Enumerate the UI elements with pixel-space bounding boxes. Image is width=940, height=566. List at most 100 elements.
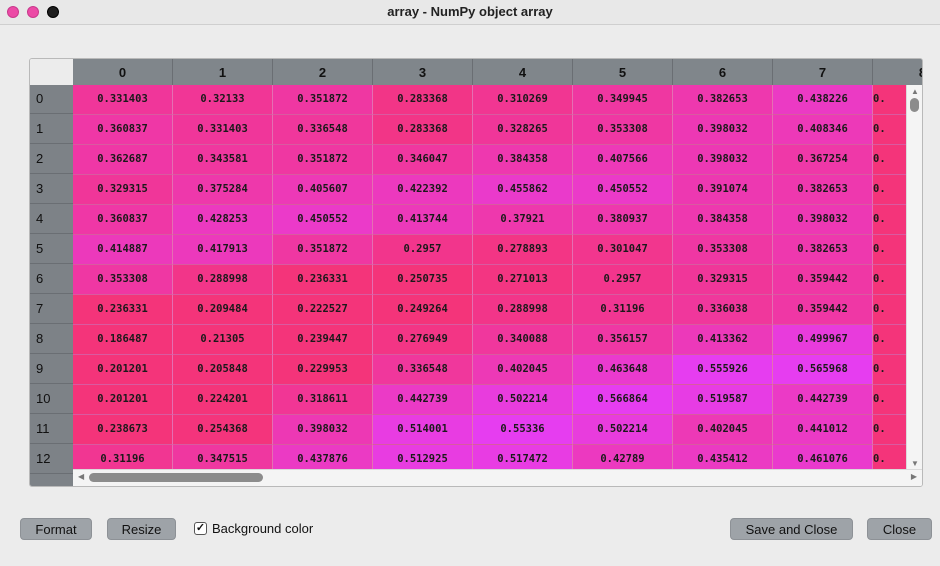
table-cell[interactable]: 0.413362 [673, 325, 773, 355]
table-cell[interactable]: 0.442739 [773, 385, 873, 415]
horizontal-scroll-thumb[interactable] [89, 473, 263, 482]
table-cell[interactable]: 0. [873, 325, 907, 355]
table-cell[interactable]: 0.351872 [273, 235, 373, 265]
table-cell[interactable]: 0.380937 [573, 205, 673, 235]
table-cell[interactable]: 0.502214 [473, 385, 573, 415]
column-header-5[interactable]: 5 [573, 59, 673, 85]
table-cell[interactable]: 0.31196 [573, 295, 673, 325]
table-cell[interactable]: 0.413744 [373, 205, 473, 235]
resize-button[interactable]: Resize [107, 518, 176, 540]
row-header-10[interactable]: 10 [30, 385, 73, 414]
table-cell[interactable]: 0.55336 [473, 415, 573, 445]
table-cell[interactable]: 0.359442 [773, 295, 873, 325]
table-cell[interactable]: 0.398032 [673, 115, 773, 145]
table-cell[interactable]: 0.278893 [473, 235, 573, 265]
table-cell[interactable]: 0.382653 [773, 175, 873, 205]
table-cell[interactable]: 0.360837 [73, 205, 173, 235]
table-cell[interactable]: 0.417913 [173, 235, 273, 265]
table-cell[interactable]: 0.205848 [173, 355, 273, 385]
row-header-8[interactable]: 8 [30, 325, 73, 354]
table-cell[interactable]: 0.375284 [173, 175, 273, 205]
table-cell[interactable]: 0.310269 [473, 85, 573, 115]
table-cell[interactable]: 0.519587 [673, 385, 773, 415]
table-cell[interactable]: 0.384358 [473, 145, 573, 175]
table-cell[interactable]: 0.455862 [473, 175, 573, 205]
table-cell[interactable]: 0.343581 [173, 145, 273, 175]
table-cell[interactable]: 0.201201 [73, 385, 173, 415]
table-cell[interactable]: 0.236331 [273, 265, 373, 295]
table-cell[interactable]: 0. [873, 205, 907, 235]
table-cell[interactable]: 0.402045 [473, 355, 573, 385]
table-cell[interactable]: 0.435412 [673, 445, 773, 470]
table-cell[interactable]: 0.499967 [773, 325, 873, 355]
scroll-left-icon[interactable]: ◀ [78, 472, 84, 481]
table-cell[interactable]: 0.461076 [773, 445, 873, 470]
table-cell[interactable]: 0.407566 [573, 145, 673, 175]
table-cell[interactable]: 0.512925 [373, 445, 473, 470]
table-cell[interactable]: 0.362687 [73, 145, 173, 175]
table-cell[interactable]: 0.450552 [273, 205, 373, 235]
scroll-up-icon[interactable]: ▲ [911, 87, 919, 96]
column-header-6[interactable]: 6 [673, 59, 773, 85]
row-header-12[interactable]: 12 [30, 445, 73, 474]
table-cell[interactable]: 0.186487 [73, 325, 173, 355]
table-cell[interactable]: 0.347515 [173, 445, 273, 470]
table-cell[interactable]: 0.222527 [273, 295, 373, 325]
scroll-down-icon[interactable]: ▼ [911, 459, 919, 468]
table-cell[interactable]: 0.209484 [173, 295, 273, 325]
table-cell[interactable]: 0.336548 [273, 115, 373, 145]
table-cell[interactable]: 0.32133 [173, 85, 273, 115]
row-header-4[interactable]: 4 [30, 205, 73, 234]
table-cell[interactable]: 0. [873, 385, 907, 415]
table-cell[interactable]: 0.382653 [673, 85, 773, 115]
row-header-11[interactable]: 11 [30, 415, 73, 444]
table-cell[interactable]: 0. [873, 415, 907, 445]
table-cell[interactable]: 0. [873, 445, 907, 470]
table-cell[interactable]: 0.250735 [373, 265, 473, 295]
table-cell[interactable]: 0.329315 [673, 265, 773, 295]
table-cell[interactable]: 0. [873, 235, 907, 265]
table-cell[interactable]: 0.367254 [773, 145, 873, 175]
table-cell[interactable]: 0.37921 [473, 205, 573, 235]
table-cell[interactable]: 0.331403 [173, 115, 273, 145]
table-cell[interactable]: 0.351872 [273, 145, 373, 175]
table-cells[interactable]: 0.331403 0.32133 0.351872 0.283368 0.310269 0… [73, 85, 907, 470]
table-cell[interactable]: 0.329315 [73, 175, 173, 205]
table-cell[interactable]: 0. [873, 115, 907, 145]
table-cell[interactable]: 0.201201 [73, 355, 173, 385]
table-cell[interactable]: 0.340088 [473, 325, 573, 355]
table-cell[interactable]: 0.442739 [373, 385, 473, 415]
close-button[interactable]: Close [867, 518, 932, 540]
save-and-close-button[interactable]: Save and Close [730, 518, 853, 540]
table-cell[interactable]: 0. [873, 175, 907, 205]
table-cell[interactable]: 0.349945 [573, 85, 673, 115]
column-header-8[interactable]: 8 [873, 59, 922, 85]
table-cell[interactable]: 0.356157 [573, 325, 673, 355]
table-cell[interactable]: 0. [873, 145, 907, 175]
table-cell[interactable]: 0.236331 [73, 295, 173, 325]
background-color-checkbox[interactable]: ✓ [194, 522, 207, 535]
table-cell[interactable]: 0.398032 [673, 145, 773, 175]
table-cell[interactable]: 0.336038 [673, 295, 773, 325]
format-button[interactable]: Format [20, 518, 92, 540]
row-header-2[interactable]: 2 [30, 145, 73, 174]
table-cell[interactable]: 0.239447 [273, 325, 373, 355]
table-cell[interactable]: 0.353308 [73, 265, 173, 295]
row-header-1[interactable]: 1 [30, 115, 73, 144]
table-cell[interactable]: 0.331403 [73, 85, 173, 115]
column-header-3[interactable]: 3 [373, 59, 473, 85]
table-cell[interactable]: 0.402045 [673, 415, 773, 445]
table-cell[interactable]: 0.2957 [573, 265, 673, 295]
column-header-2[interactable]: 2 [273, 59, 373, 85]
table-cell[interactable]: 0.555926 [673, 355, 773, 385]
table-cell[interactable]: 0.391074 [673, 175, 773, 205]
row-header-3[interactable]: 3 [30, 175, 73, 204]
table-cell[interactable]: 0.382653 [773, 235, 873, 265]
table-cell[interactable]: 0.42789 [573, 445, 673, 470]
row-header-9[interactable]: 9 [30, 355, 73, 384]
table-cell[interactable]: 0.566864 [573, 385, 673, 415]
table-cell[interactable]: 0.328265 [473, 115, 573, 145]
table-cell[interactable]: 0.288998 [473, 295, 573, 325]
vertical-scrollbar[interactable]: ▲ ▼ [906, 85, 922, 470]
table-cell[interactable]: 0.428253 [173, 205, 273, 235]
